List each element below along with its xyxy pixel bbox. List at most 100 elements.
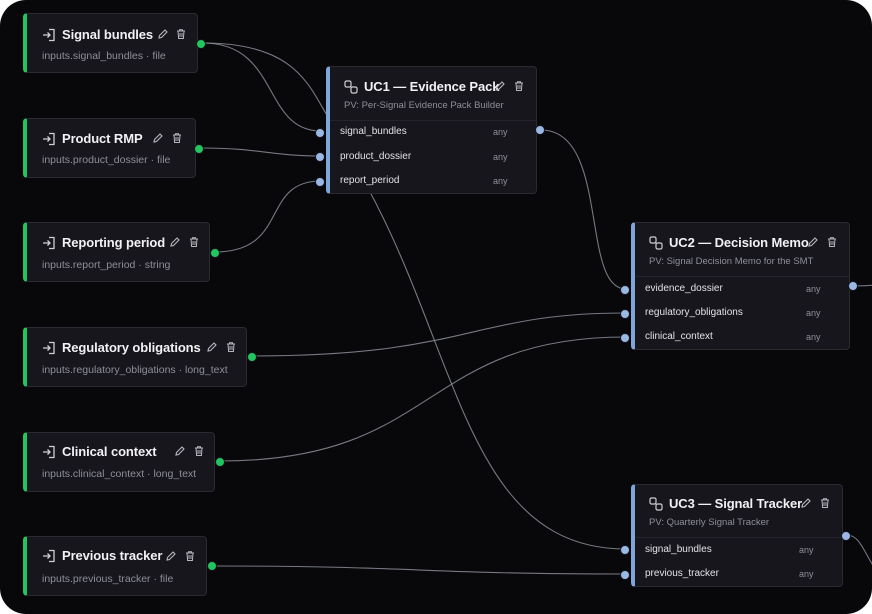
trash-icon[interactable]	[184, 550, 196, 562]
input-port-row: signal_bundles any	[620, 540, 842, 562]
arrow-into-box-icon	[42, 132, 56, 146]
trash-icon[interactable]	[188, 236, 200, 248]
input-port[interactable]	[620, 285, 630, 295]
trash-icon[interactable]	[513, 80, 525, 92]
input-port-row: clinical_context any	[620, 327, 849, 349]
connection-wire	[369, 191, 627, 550]
node-title: Reporting period	[62, 235, 166, 250]
port-name: clinical_context	[645, 331, 713, 342]
port-type: any	[493, 127, 508, 137]
input-node-previous-tracker[interactable]: Previous tracker inputs.previous_tracker…	[23, 536, 217, 596]
nodes-link-icon	[344, 80, 358, 94]
port-name: evidence_dossier	[645, 283, 723, 294]
port-name: product_dossier	[340, 151, 412, 162]
output-port[interactable]	[535, 125, 545, 135]
output-port[interactable]	[196, 39, 206, 49]
use-case-node-uc2[interactable]: UC2 — Decision Memo PV: Signal Decision …	[620, 222, 858, 350]
node-subtitle: inputs.previous_tracker · file	[42, 573, 174, 585]
output-port[interactable]	[207, 561, 217, 571]
port-name: signal_bundles	[340, 126, 407, 137]
use-case-node-uc3[interactable]: UC3 — Signal Tracker PV: Quarterly Signa…	[620, 484, 851, 587]
connection-wire	[200, 147, 322, 157]
use-case-node-uc1[interactable]: UC1 — Evidence Pack PV: Per-Signal Evide…	[315, 66, 545, 194]
node-title: Previous tracker	[62, 548, 163, 563]
workflow-canvas[interactable]: Signal bundles inputs.signal_bundles · f…	[0, 0, 872, 614]
port-type: any	[799, 569, 814, 579]
input-port[interactable]	[620, 545, 630, 555]
output-port[interactable]	[247, 352, 257, 362]
port-name: signal_bundles	[645, 544, 712, 555]
pencil-icon[interactable]	[174, 445, 186, 457]
input-port-row: evidence_dossier any	[620, 279, 849, 301]
node-title: Product RMP	[62, 131, 143, 146]
pencil-icon[interactable]	[807, 236, 819, 248]
port-type: any	[493, 176, 508, 186]
port-name: regulatory_obligations	[645, 307, 743, 318]
port-type: any	[806, 308, 821, 318]
port-type: any	[493, 152, 508, 162]
pencil-icon[interactable]	[169, 236, 181, 248]
input-port[interactable]	[620, 570, 630, 580]
divider	[330, 120, 536, 121]
pencil-icon[interactable]	[152, 132, 164, 144]
node-subtitle: PV: Quarterly Signal Tracker	[649, 517, 770, 528]
node-title: UC1 — Evidence Pack	[364, 79, 500, 94]
node-title: UC3 — Signal Tracker	[669, 496, 803, 511]
input-node-regulatory-obligations[interactable]: Regulatory obligations inputs.regulatory…	[23, 327, 257, 387]
arrow-into-box-icon	[42, 549, 56, 563]
output-port[interactable]	[848, 281, 858, 291]
pencil-icon[interactable]	[494, 80, 506, 92]
output-port[interactable]	[194, 144, 204, 154]
node-subtitle: PV: Per-Signal Evidence Pack Builder	[344, 100, 504, 111]
output-port[interactable]	[841, 531, 851, 541]
input-port[interactable]	[620, 309, 630, 319]
node-subtitle: inputs.signal_bundles · file	[42, 50, 166, 62]
pencil-icon[interactable]	[800, 497, 812, 509]
connection-wire	[219, 336, 627, 462]
arrow-into-box-icon	[42, 236, 56, 250]
port-name: previous_tracker	[645, 568, 719, 579]
trash-icon[interactable]	[193, 445, 205, 457]
node-title: Regulatory obligations	[62, 340, 201, 355]
pencil-icon[interactable]	[165, 550, 177, 562]
input-port[interactable]	[315, 128, 325, 138]
node-subtitle: inputs.product_dossier · file	[42, 154, 171, 166]
input-port-row: signal_bundles any	[315, 122, 536, 144]
trash-icon[interactable]	[171, 132, 183, 144]
node-title: UC2 — Decision Memo	[669, 235, 809, 250]
nodes-link-icon	[649, 497, 663, 511]
port-type: any	[806, 284, 821, 294]
connection-wire	[202, 42, 322, 132]
pencil-icon[interactable]	[157, 28, 169, 40]
node-subtitle: inputs.clinical_context · long_text	[42, 468, 197, 480]
input-node-signal-bundles[interactable]: Signal bundles inputs.signal_bundles · f…	[23, 13, 206, 73]
input-node-reporting-period[interactable]: Reporting period inputs.report_period · …	[23, 222, 220, 282]
node-subtitle: inputs.report_period · string	[42, 259, 171, 271]
input-port[interactable]	[315, 177, 325, 187]
trash-icon[interactable]	[826, 236, 838, 248]
node-title: Signal bundles	[62, 27, 154, 42]
output-port[interactable]	[210, 248, 220, 258]
arrow-into-box-icon	[42, 445, 56, 459]
output-port[interactable]	[215, 457, 225, 467]
connection-wire	[214, 180, 322, 253]
nodes-link-icon	[649, 236, 663, 250]
input-port-row: report_period any	[315, 171, 536, 193]
node-subtitle: inputs.regulatory_obligations · long_tex…	[42, 364, 228, 376]
input-port[interactable]	[620, 333, 630, 343]
trash-icon[interactable]	[225, 341, 237, 353]
port-type: any	[806, 332, 821, 342]
trash-icon[interactable]	[175, 28, 187, 40]
divider	[635, 276, 849, 277]
arrow-into-box-icon	[42, 28, 56, 42]
input-node-product-rmp[interactable]: Product RMP inputs.product_dossier · fil…	[23, 118, 204, 178]
pencil-icon[interactable]	[206, 341, 218, 353]
trash-icon[interactable]	[819, 497, 831, 509]
input-port[interactable]	[315, 152, 325, 162]
node-title: Clinical context	[62, 444, 157, 459]
connection-wire	[251, 312, 627, 357]
input-port-row: product_dossier any	[315, 147, 536, 169]
input-node-clinical-context[interactable]: Clinical context inputs.clinical_context…	[23, 432, 225, 492]
node-subtitle: PV: Signal Decision Memo for the SMT	[649, 256, 814, 267]
input-port-row: previous_tracker any	[620, 564, 842, 586]
